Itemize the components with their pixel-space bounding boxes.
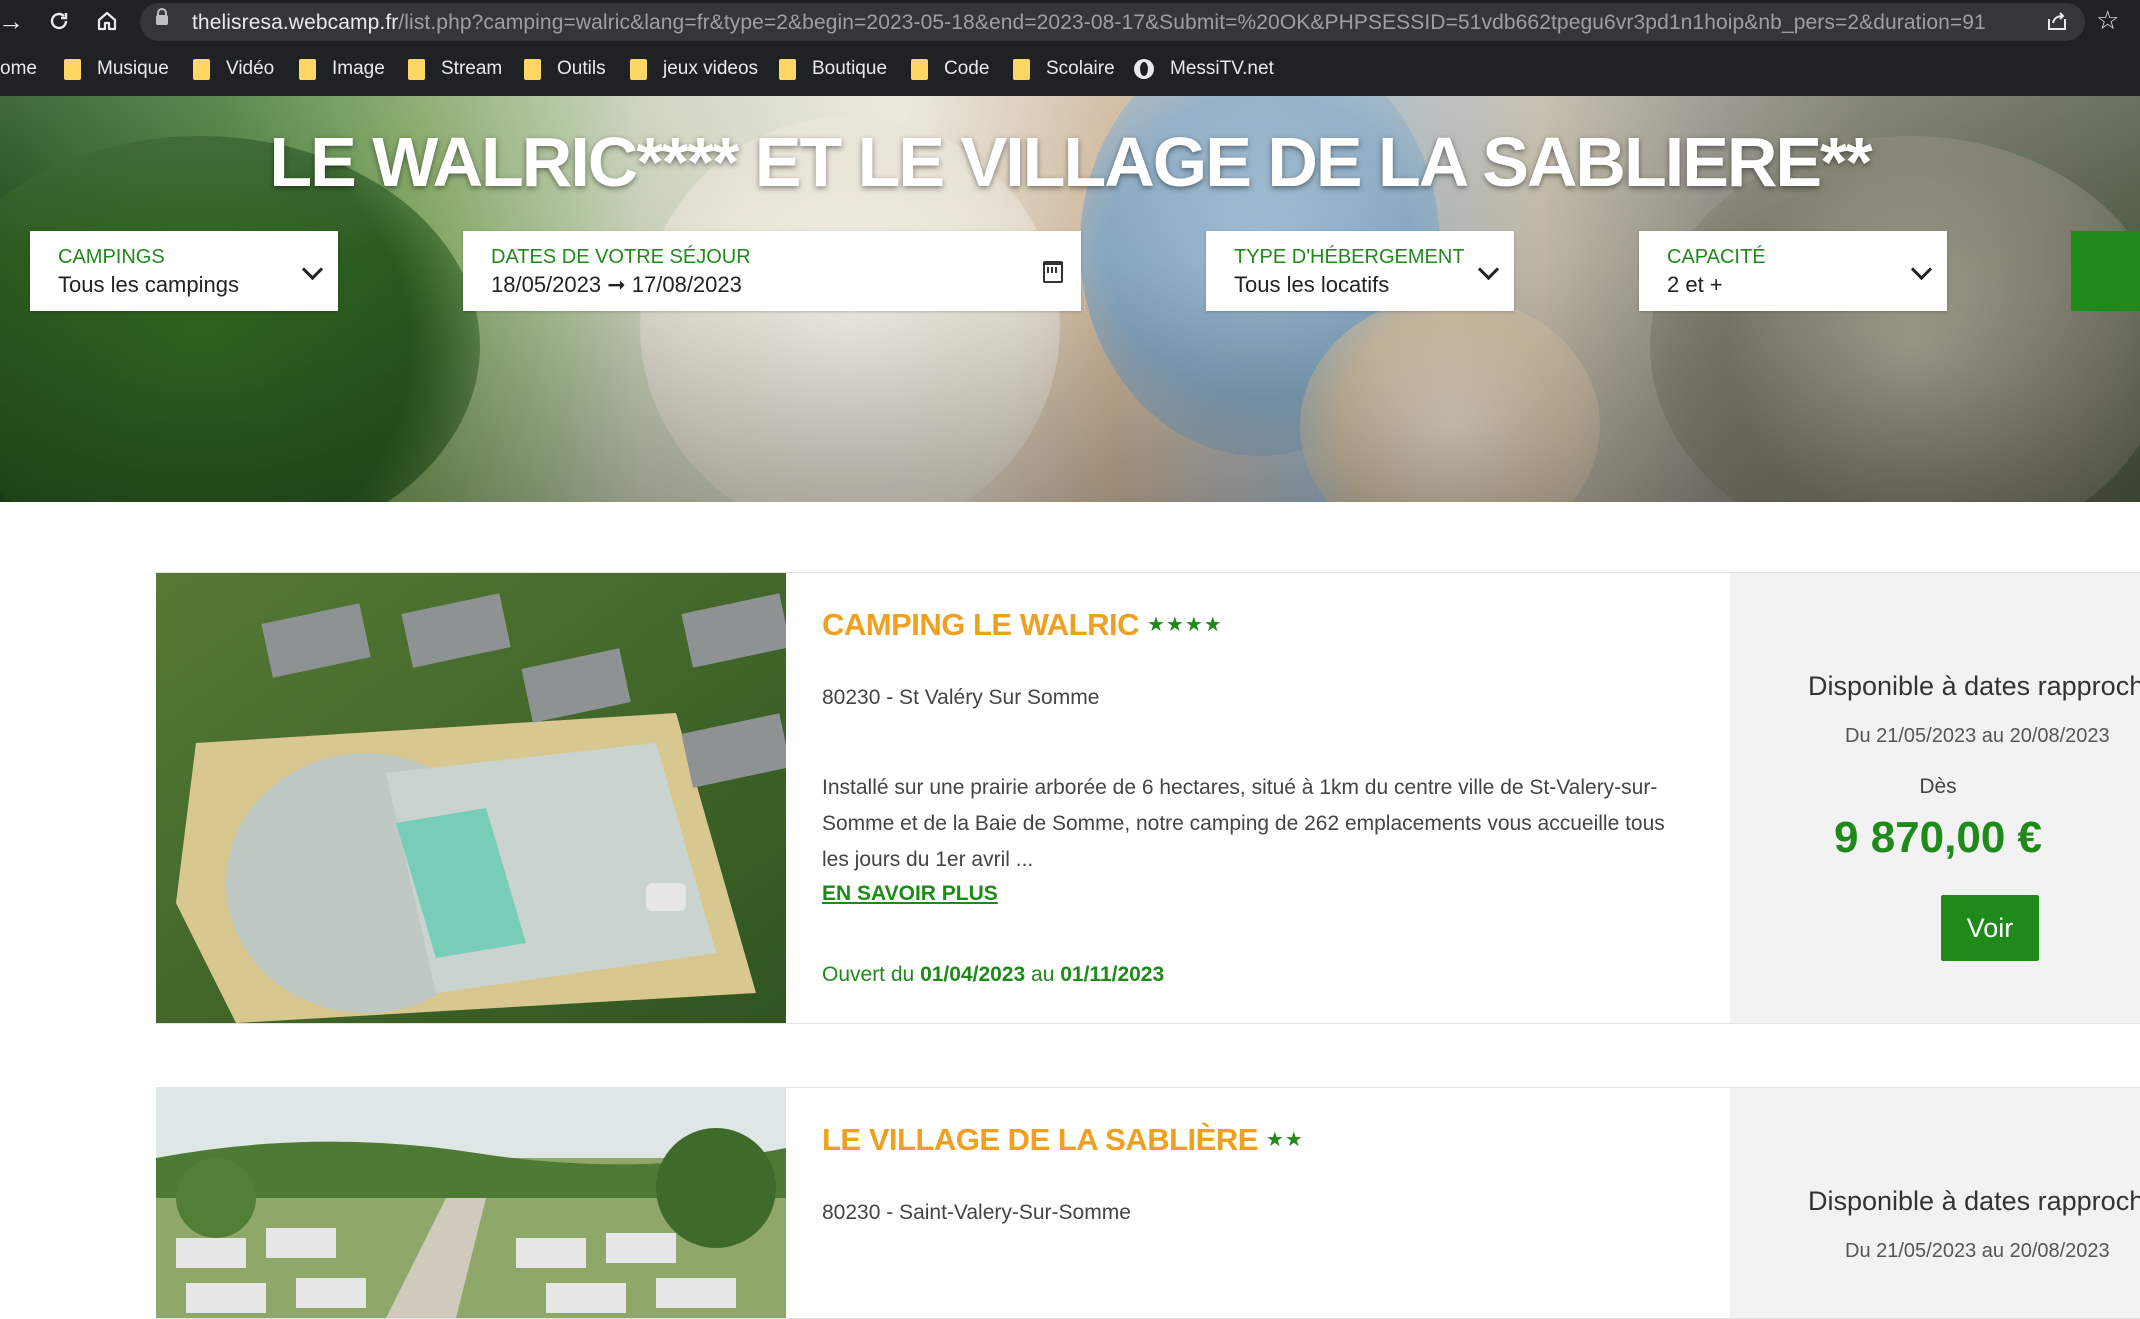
folder-icon bbox=[64, 58, 81, 80]
folder-icon bbox=[193, 58, 210, 80]
read-more-link[interactable]: EN SAVOIR PLUS bbox=[822, 882, 998, 906]
availability-dates: Du 21/05/2023 au 20/08/2023 bbox=[1845, 1240, 2110, 1262]
bookmark-label: Boutique bbox=[812, 58, 888, 79]
star-rating-icon: ★★★★ bbox=[1147, 614, 1223, 636]
view-button[interactable]: Voir bbox=[1941, 895, 2039, 961]
reload-icon[interactable] bbox=[44, 6, 74, 36]
chevron-down-icon bbox=[301, 258, 324, 281]
filter-value: 2 et + bbox=[1667, 272, 1723, 297]
listing-card: LE VILLAGE DE LA SABLIÈRE ★★ 80230 - Sain… bbox=[156, 1087, 2140, 1319]
bookmark-item[interactable]: Code bbox=[911, 54, 989, 84]
bookmark-label: Code bbox=[944, 58, 990, 79]
campings-select[interactable]: CAMPINGS Tous les campings bbox=[30, 231, 338, 311]
bookmark-item[interactable]: jeux videos bbox=[630, 54, 758, 84]
bookmark-item[interactable]: Stream bbox=[408, 54, 502, 84]
bookmark-item[interactable]: MessiTV.net bbox=[1134, 54, 1274, 84]
hero-banner: LE WALRIC**** ET LE VILLAGE DE LA SABLIE… bbox=[0, 96, 2140, 502]
lock-icon[interactable] bbox=[156, 8, 168, 26]
price-from-label: Dès bbox=[1919, 775, 1957, 798]
listing-info: LE VILLAGE DE LA SABLIÈRE ★★ 80230 - Sain… bbox=[786, 1088, 1731, 1318]
browser-chrome: → thelisresa.webcamp.fr/list.php?camping… bbox=[0, 0, 2140, 96]
home-icon[interactable] bbox=[92, 6, 122, 36]
bookmark-star-icon[interactable]: ☆ bbox=[2096, 5, 2119, 35]
listing-address: 80230 - Saint-Valery-Sur-Somme bbox=[822, 1201, 1131, 1224]
chevron-down-icon bbox=[1910, 258, 1933, 281]
listing-description: Installé sur une prairie arborée de 6 he… bbox=[822, 776, 1665, 871]
folder-icon bbox=[299, 58, 316, 80]
pool-aerial-image bbox=[156, 573, 786, 1023]
listing-title[interactable]: CAMPING LE WALRIC ★★★★ bbox=[822, 607, 1223, 643]
availability-heading: Disponible à dates rapproche bbox=[1808, 1186, 2140, 1216]
capacity-select[interactable]: CAPACITÉ 2 et + bbox=[1639, 231, 1947, 311]
filter-value: Tous les campings bbox=[58, 272, 239, 297]
bookmark-item[interactable]: Scolaire bbox=[1013, 54, 1115, 84]
folder-icon bbox=[779, 58, 796, 80]
filter-value: 18/05/2023 ➞ 17/08/2023 bbox=[491, 272, 742, 297]
availability-heading: Disponible à dates rapproche bbox=[1808, 671, 2140, 701]
price: 9 870,00 € bbox=[1834, 813, 2042, 862]
bookmark-item[interactable]: Vidéo bbox=[193, 54, 274, 84]
bookmark-label: Image bbox=[332, 58, 385, 79]
chevron-down-icon bbox=[1477, 258, 1500, 281]
url-text[interactable]: thelisresa.webcamp.fr/list.php?camping=w… bbox=[192, 11, 1986, 35]
address-bar[interactable]: thelisresa.webcamp.fr/list.php?camping=w… bbox=[140, 3, 2085, 41]
bookmark-label: Musique bbox=[97, 58, 169, 79]
folder-icon bbox=[524, 58, 541, 80]
forward-arrow-icon[interactable]: → bbox=[0, 6, 26, 36]
bookmark-label: jeux videos bbox=[663, 58, 759, 79]
url-path: /list.php?camping=walric&lang=fr&type=2&… bbox=[398, 11, 1986, 34]
url-host: thelisresa.webcamp.fr bbox=[192, 11, 399, 34]
bookmark-label: Vidéo bbox=[226, 58, 275, 79]
bookmark-item[interactable]: ome bbox=[0, 54, 37, 84]
village-aerial-image bbox=[156, 1088, 786, 1318]
filter-label: CAMPINGS bbox=[58, 246, 165, 268]
listing-info: CAMPING LE WALRIC ★★★★ 80230 - St Valéry … bbox=[786, 573, 1731, 1023]
filter-label: TYPE D'HÉBERGEMENT bbox=[1234, 246, 1465, 268]
star-rating-icon: ★★ bbox=[1265, 1129, 1304, 1151]
globe-icon bbox=[1134, 59, 1154, 79]
bookmark-label: MessiTV.net bbox=[1170, 58, 1274, 79]
bookmark-label: Outils bbox=[557, 58, 606, 79]
search-button[interactable] bbox=[2071, 231, 2140, 311]
calendar-icon bbox=[1043, 261, 1063, 283]
hero-title: LE WALRIC**** ET LE VILLAGE DE LA SABLIE… bbox=[269, 123, 1872, 201]
bookmark-label: ome bbox=[0, 58, 37, 79]
dates-picker[interactable]: DATES DE VOTRE SÉJOUR 18/05/2023 ➞ 17/08… bbox=[463, 231, 1081, 311]
filter-value: Tous les locatifs bbox=[1234, 272, 1390, 297]
folder-icon bbox=[911, 58, 928, 80]
availability-panel: Disponible à dates rapproche Du 21/05/20… bbox=[1730, 573, 2140, 1023]
folder-icon bbox=[630, 58, 647, 80]
bookmark-item[interactable]: Image bbox=[299, 54, 385, 84]
bookmark-item[interactable]: Boutique bbox=[779, 54, 887, 84]
listing-address: 80230 - St Valéry Sur Somme bbox=[822, 686, 1100, 709]
filter-label: CAPACITÉ bbox=[1667, 246, 1766, 268]
camping-photo[interactable] bbox=[156, 1088, 786, 1318]
opening-dates: Ouvert du 01/04/2023 au 01/11/2023 bbox=[822, 963, 1165, 986]
share-icon[interactable] bbox=[2045, 9, 2069, 33]
folder-icon bbox=[408, 58, 425, 80]
bookmark-label: Scolaire bbox=[1046, 58, 1115, 79]
listing-card: CAMPING LE WALRIC ★★★★ 80230 - St Valéry … bbox=[156, 572, 2140, 1024]
accommodation-type-select[interactable]: TYPE D'HÉBERGEMENT Tous les locatifs bbox=[1206, 231, 1514, 311]
bookmark-item[interactable]: Outils bbox=[524, 54, 606, 84]
bookmark-label: Stream bbox=[441, 58, 503, 79]
availability-panel: Disponible à dates rapproche Du 21/05/20… bbox=[1730, 1088, 2140, 1318]
filter-label: DATES DE VOTRE SÉJOUR bbox=[491, 246, 751, 268]
camping-photo[interactable] bbox=[156, 573, 786, 1023]
bookmarks-bar: ome Musique Vidéo Image Stream Outils je… bbox=[0, 52, 2140, 86]
folder-icon bbox=[1013, 58, 1030, 80]
availability-dates: Du 21/05/2023 au 20/08/2023 bbox=[1845, 725, 2110, 747]
listing-title[interactable]: LE VILLAGE DE LA SABLIÈRE ★★ bbox=[822, 1122, 1304, 1158]
bookmark-item[interactable]: Musique bbox=[64, 54, 169, 84]
